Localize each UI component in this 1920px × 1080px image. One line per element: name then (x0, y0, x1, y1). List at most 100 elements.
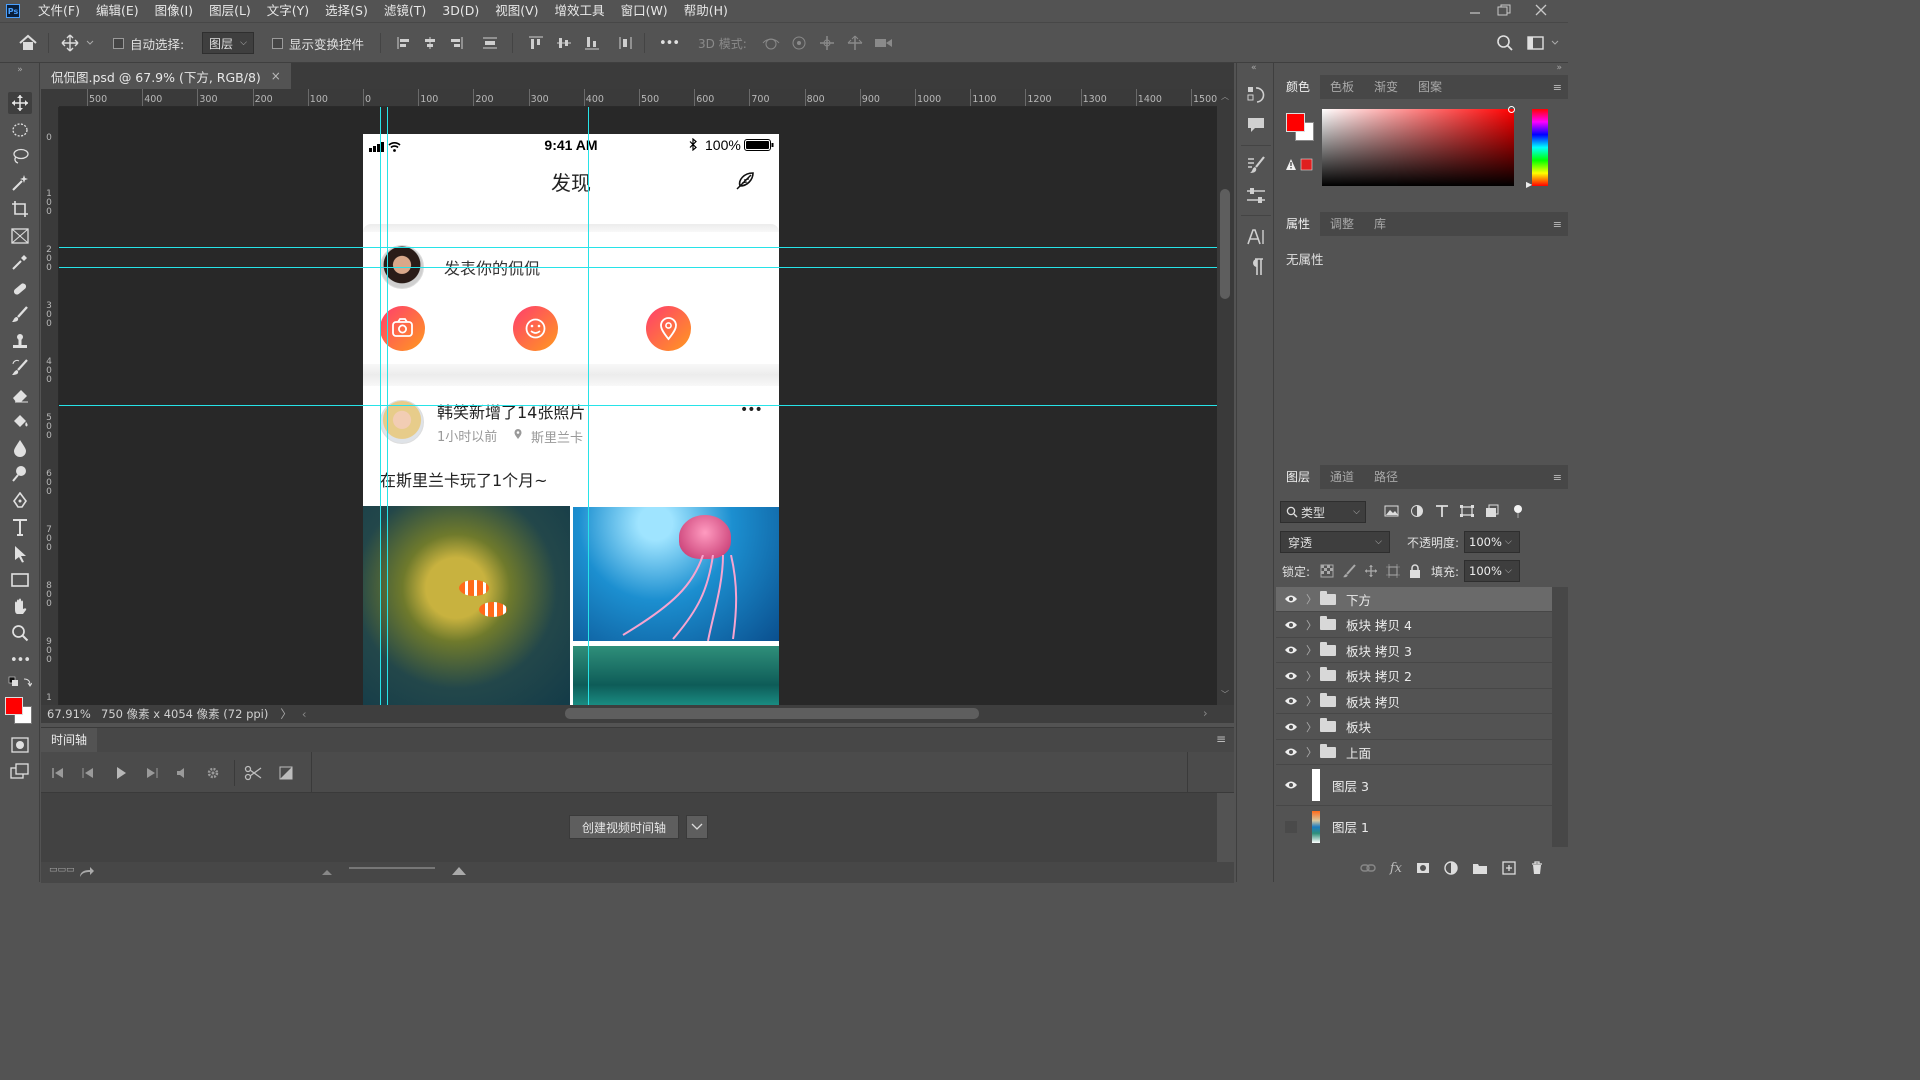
3d-roll-icon[interactable] (790, 35, 808, 51)
timeline-mode-dropdown[interactable] (686, 815, 708, 839)
close-window-icon[interactable] (1524, 0, 1558, 20)
layers-panel-menu-icon[interactable]: ≡ (1553, 471, 1562, 484)
color-field[interactable] (1322, 106, 1515, 186)
timeline-tab[interactable]: 时间轴 (41, 728, 98, 752)
layer-row-group[interactable]: 〉 板块 拷贝 3 (1276, 638, 1552, 663)
align-top-icon[interactable] (528, 36, 544, 50)
layer-row[interactable]: 图层 1 (1276, 806, 1552, 847)
visibility-eye-icon[interactable] (1276, 780, 1306, 790)
visibility-eye-icon[interactable] (1276, 620, 1306, 630)
chevron-right-icon[interactable]: 〉 (1306, 744, 1318, 760)
new-group-icon[interactable] (1472, 861, 1488, 875)
menu-edit[interactable]: 编辑(E) (88, 0, 147, 22)
lock-all-icon[interactable] (1408, 564, 1422, 578)
zoom-out-mountain-icon[interactable] (321, 868, 333, 876)
tab-swatches[interactable]: 色板 (1320, 75, 1364, 99)
color-panel-menu-icon[interactable]: ≡ (1553, 81, 1562, 94)
menu-layer[interactable]: 图层(L) (201, 0, 259, 22)
menu-3d[interactable]: 3D(D) (434, 0, 487, 22)
healing-brush-tool-icon[interactable] (8, 278, 32, 300)
collapse-dock-icon[interactable]: « (1251, 63, 1257, 73)
paint-bucket-tool-icon[interactable] (8, 410, 32, 432)
home-icon[interactable] (18, 23, 38, 63)
layer-row-group[interactable]: 〉 板块 拷贝 2 (1276, 663, 1552, 689)
first-frame-icon[interactable] (51, 767, 65, 779)
dodge-tool-icon[interactable] (8, 463, 32, 485)
chevron-right-icon[interactable]: 〉 (1306, 668, 1318, 684)
lock-position-icon[interactable] (1364, 564, 1378, 578)
next-frame-icon[interactable] (145, 767, 159, 779)
foreground-color-swatch[interactable] (5, 697, 23, 715)
color-picker-handle[interactable] (1508, 106, 1515, 113)
layer-filter-dropdown[interactable]: 类型 ⌵ (1280, 501, 1366, 523)
history-panel-icon[interactable] (1246, 85, 1266, 105)
menu-help[interactable]: 帮助(H) (676, 0, 736, 22)
workspace-switcher-icon[interactable] (1527, 23, 1561, 63)
lock-artboard-icon[interactable] (1386, 564, 1400, 578)
guide-vertical[interactable] (387, 107, 388, 705)
vertical-scrollbar[interactable]: ︿ ﹀ (1217, 89, 1234, 705)
hue-slider[interactable] (1532, 109, 1548, 186)
hue-slider-handle-icon[interactable]: ▶ (1526, 180, 1532, 189)
menu-select[interactable]: 选择(S) (317, 0, 376, 22)
layer-row-group[interactable]: 〉 下方 (1276, 587, 1552, 612)
guide-horizontal[interactable] (59, 405, 1217, 406)
color-foreground-swatch[interactable] (1286, 113, 1305, 132)
menu-plugins[interactable]: 增效工具 (547, 0, 613, 22)
blur-tool-icon[interactable] (8, 437, 32, 459)
tab-paths[interactable]: 路径 (1364, 465, 1408, 489)
guide-horizontal[interactable] (59, 247, 1217, 248)
emoji-action-button[interactable] (513, 306, 558, 351)
properties-panel-menu-icon[interactable]: ≡ (1553, 218, 1562, 231)
layer-row-group[interactable]: 〉 上面 (1276, 740, 1552, 765)
align-left-icon[interactable] (396, 36, 412, 50)
fill-slider-toggle-icon[interactable]: ⌵ (1505, 566, 1512, 576)
restore-window-icon[interactable] (1487, 0, 1521, 20)
play-icon[interactable] (114, 766, 128, 780)
new-adjustment-layer-icon[interactable] (1444, 861, 1458, 875)
tab-properties[interactable]: 属性 (1276, 212, 1321, 236)
tab-patterns[interactable]: 图案 (1408, 75, 1452, 99)
timeline-panel-menu-icon[interactable]: ≡ (1216, 732, 1226, 746)
photo-jellyfish[interactable] (573, 507, 779, 641)
artboard[interactable]: 9:41 AM 100% 发现 发表你的侃侃 韩笑新增了14张照片 1小时以前 (363, 134, 779, 705)
auto-select-target-dropdown[interactable]: 图层 ⌵ (202, 32, 254, 54)
default-colors-icon[interactable] (8, 675, 32, 691)
fx-effects-icon[interactable]: fx (1390, 861, 1402, 876)
pen-tool-icon[interactable] (8, 490, 32, 512)
edit-toolbar-icon[interactable]: ••• (8, 649, 32, 671)
brush-settings-icon[interactable] (1246, 155, 1266, 175)
tab-color[interactable]: 颜色 (1276, 75, 1321, 99)
new-layer-icon[interactable] (1502, 861, 1516, 875)
filter-toggle-icon[interactable] (1509, 504, 1525, 518)
paragraph-panel-icon[interactable] (1248, 258, 1264, 276)
lock-transparent-pixels-icon[interactable] (1320, 564, 1334, 578)
zoom-level[interactable]: 67.91% (47, 707, 97, 721)
scroll-left-icon[interactable]: ‹ (302, 707, 307, 721)
chevron-right-icon[interactable]: 〉 (1306, 719, 1318, 735)
layers-scrollbar[interactable] (1552, 587, 1568, 847)
render-video-icon[interactable] (79, 866, 95, 878)
tab-channels[interactable]: 通道 (1320, 465, 1364, 489)
distribute-vertical-icon[interactable] (618, 36, 634, 50)
brush-tool-icon[interactable] (8, 304, 32, 326)
search-icon[interactable] (1496, 23, 1514, 63)
visibility-eye-icon[interactable] (1276, 594, 1306, 604)
3d-camera-icon[interactable] (874, 35, 894, 51)
3d-orbit-icon[interactable] (762, 35, 780, 51)
3d-pan-icon[interactable] (818, 35, 836, 51)
zoom-slider[interactable] (349, 867, 435, 869)
rectangle-tool-icon[interactable] (8, 569, 32, 591)
add-mask-icon[interactable] (1416, 861, 1430, 875)
vertical-ruler[interactable]: 0 1 0 0 2 0 0 3 0 0 4 0 0 5 0 0 6 0 0 7 0 0 8 0 … (41, 107, 59, 705)
tab-libraries[interactable]: 库 (1364, 212, 1396, 236)
out-of-gamut-warning-icon[interactable] (1285, 158, 1313, 172)
filter-type-icon[interactable] (1434, 504, 1450, 518)
path-selection-tool-icon[interactable] (8, 543, 32, 565)
filter-shape-icon[interactable] (1459, 504, 1475, 518)
type-tool-icon[interactable] (8, 516, 32, 538)
align-center-icon[interactable] (422, 36, 438, 50)
frame-tool-icon[interactable] (8, 225, 32, 247)
move-tool-preset-icon[interactable] (60, 23, 94, 63)
collapse-panels-icon[interactable]: » (1556, 63, 1562, 73)
